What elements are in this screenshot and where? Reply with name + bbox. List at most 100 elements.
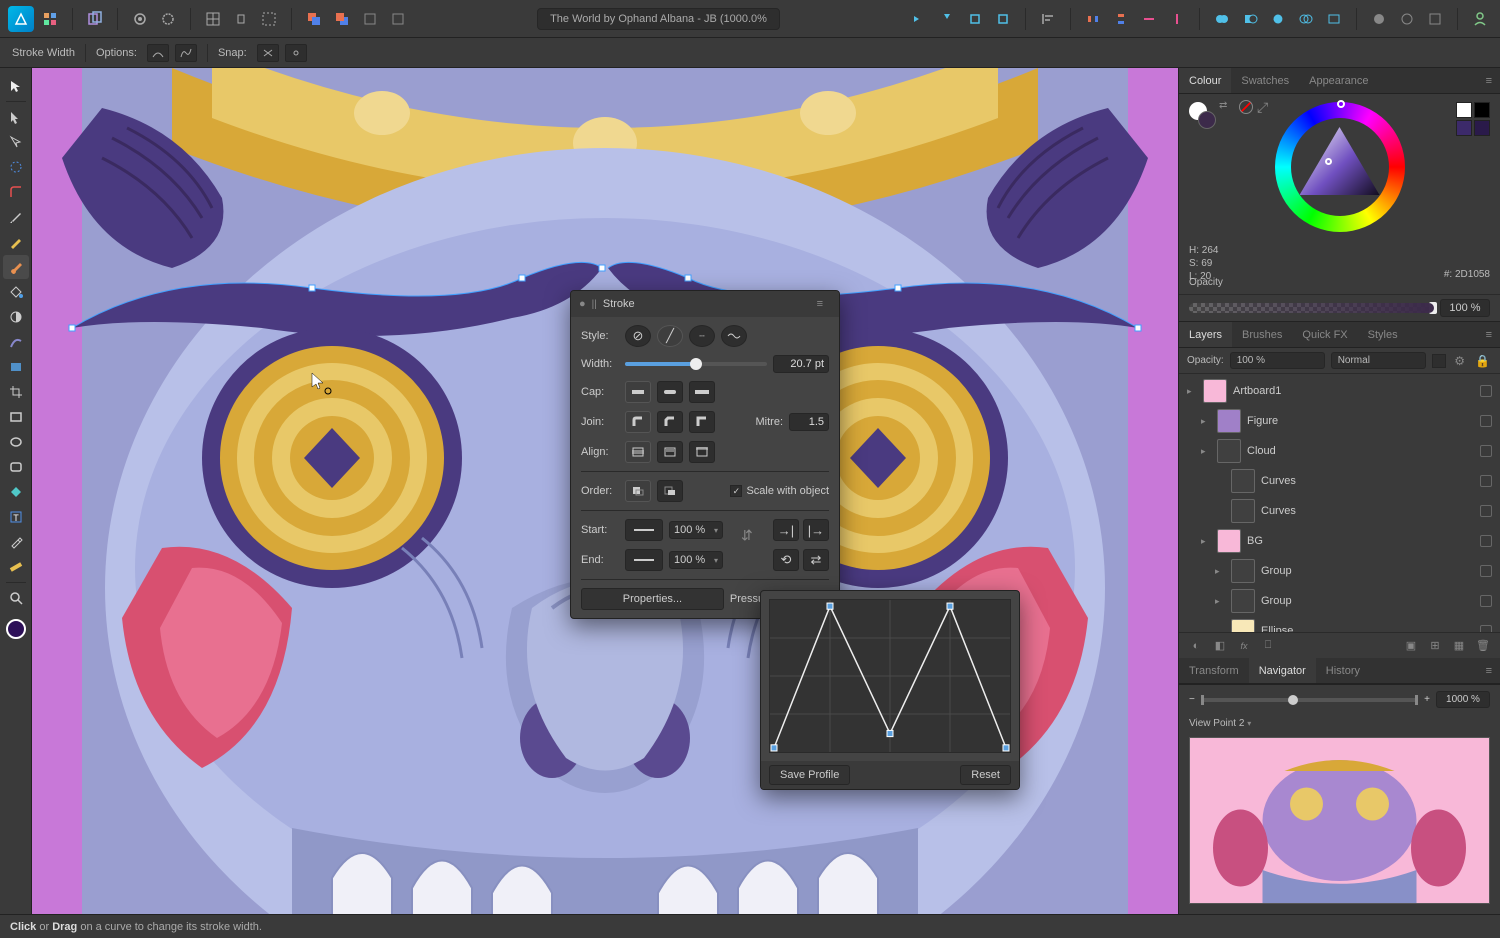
cap-square-button[interactable] (689, 381, 715, 403)
layer-row[interactable]: Curves (1179, 496, 1500, 526)
layer-row[interactable]: Ellipse (1179, 616, 1500, 632)
arrow-place-after-button[interactable]: |→ (803, 519, 829, 541)
chevron-icon[interactable]: ▸ (1201, 446, 1211, 457)
fx-icon[interactable]: fx (1235, 637, 1253, 655)
width-input[interactable]: 20.7 pt (773, 355, 829, 373)
passthrough-checkbox[interactable] (1432, 354, 1446, 368)
document-setup-icon[interactable] (156, 7, 180, 31)
rounded-rect-tool[interactable] (3, 455, 29, 479)
zoom-slider[interactable] (1201, 698, 1418, 702)
rectangle-tool[interactable] (3, 405, 29, 429)
add-layer-icon[interactable]: ⊞ (1426, 637, 1444, 655)
divide-icon[interactable] (1294, 7, 1318, 31)
join-round-button[interactable] (625, 411, 651, 433)
layer-row[interactable]: ▸Cloud (1179, 436, 1500, 466)
tab-layers[interactable]: Layers (1179, 322, 1232, 347)
add-icon[interactable] (1210, 7, 1234, 31)
place-image-tool[interactable] (3, 355, 29, 379)
visibility-toggle[interactable] (1480, 385, 1492, 397)
preferences-icon[interactable] (128, 7, 152, 31)
blend-mode-select[interactable]: Normal (1331, 352, 1427, 369)
hamburger-icon[interactable]: ≡ (809, 298, 831, 310)
lock-icon[interactable]: 🔒 (1473, 354, 1492, 368)
artistic-text-tool[interactable]: T (3, 505, 29, 529)
layer-row[interactable]: ▸BG (1179, 526, 1500, 556)
zoom-out-icon[interactable]: − (1189, 694, 1195, 705)
snap-a-icon[interactable] (257, 44, 279, 62)
zoom-tool[interactable] (3, 586, 29, 610)
chevron-icon[interactable]: ▸ (1215, 596, 1225, 607)
layer-row[interactable]: ▸Group (1179, 586, 1500, 616)
option-curve-b-icon[interactable] (175, 44, 197, 62)
persona-toggle-icon[interactable] (38, 7, 62, 31)
flip-h-icon[interactable] (907, 7, 931, 31)
tab-swatches[interactable]: Swatches (1231, 68, 1299, 93)
adjustment-icon[interactable]: ◧ (1211, 637, 1229, 655)
visibility-toggle[interactable] (1480, 595, 1492, 607)
pressure-graph[interactable] (769, 599, 1011, 753)
distribute-h-icon[interactable] (1081, 7, 1105, 31)
join-bevel-button[interactable] (657, 411, 683, 433)
join-mitre-button[interactable] (689, 411, 715, 433)
layer-row[interactable]: ▸Artboard1 (1179, 376, 1500, 406)
tab-transform[interactable]: Transform (1179, 658, 1249, 683)
intersect-icon[interactable] (1266, 7, 1290, 31)
mask-icon[interactable]: ◐ (1187, 637, 1205, 655)
swatch-defaults[interactable] (1456, 102, 1490, 136)
pencil-tool[interactable] (3, 230, 29, 254)
stroke-panel[interactable]: ● || Stroke ≡ Style: ⊘ ╱ ┄ Width: 20.7 p… (570, 290, 840, 619)
hamburger-icon[interactable]: ≡ (1478, 665, 1500, 677)
pressure-panel[interactable]: Save Profile Reset (760, 590, 1020, 790)
close-icon[interactable]: ● (579, 298, 586, 310)
reverse-button[interactable]: ⇄ (803, 549, 829, 571)
save-profile-button[interactable]: Save Profile (769, 765, 850, 785)
layer-opacity-input[interactable]: 100 % (1230, 352, 1325, 369)
chevron-icon[interactable]: ▸ (1201, 536, 1211, 547)
tab-brushes[interactable]: Brushes (1232, 322, 1292, 347)
snap-b-icon[interactable] (285, 44, 307, 62)
pen-tool[interactable] (3, 205, 29, 229)
flip-v-icon[interactable] (935, 7, 959, 31)
layer-row[interactable]: Curves (1179, 466, 1500, 496)
order-behind-button[interactable] (625, 480, 651, 502)
style-dash-button[interactable]: ┄ (689, 325, 715, 347)
align-inside-button[interactable] (657, 441, 683, 463)
visibility-toggle[interactable] (1480, 565, 1492, 577)
mitre-input[interactable]: 1.5 (789, 413, 829, 431)
arrow-place-end-button[interactable]: →| (773, 519, 799, 541)
rotate-cw-icon[interactable] (991, 7, 1015, 31)
style-solid-button[interactable]: ╱ (657, 325, 683, 347)
arrange-back-icon[interactable] (302, 7, 326, 31)
start-percent-input[interactable]: 100 %▾ (669, 521, 723, 539)
crop-icon[interactable]: ⎕ (1259, 637, 1277, 655)
tab-colour[interactable]: Colour (1179, 68, 1231, 93)
fill-tool[interactable] (3, 280, 29, 304)
snap-pixel-icon[interactable] (257, 7, 281, 31)
align-left-icon[interactable] (1036, 7, 1060, 31)
hamburger-icon[interactable]: ≡ (1478, 75, 1500, 87)
selection-tool[interactable] (3, 105, 29, 129)
layer-row[interactable]: ▸Group (1179, 556, 1500, 586)
hamburger-icon[interactable]: ≡ (1478, 329, 1500, 341)
smart-shape-tool[interactable] (3, 480, 29, 504)
no-fill-icon[interactable] (1239, 100, 1253, 114)
crop-tool[interactable] (3, 380, 29, 404)
align-outside-button[interactable] (689, 441, 715, 463)
insert-inside-icon[interactable] (1395, 7, 1419, 31)
tab-quickfx[interactable]: Quick FX (1292, 322, 1357, 347)
node-tool[interactable] (3, 130, 29, 154)
scale-checkbox[interactable]: ✓ (730, 485, 742, 497)
distribute-v-icon[interactable] (1109, 7, 1133, 31)
colour-wheel[interactable] (1275, 102, 1405, 232)
width-slider[interactable] (625, 362, 767, 366)
combine-icon[interactable] (1322, 7, 1346, 31)
tab-navigator[interactable]: Navigator (1249, 658, 1316, 683)
order-front-button[interactable] (657, 480, 683, 502)
chevron-icon[interactable]: ▸ (1215, 566, 1225, 577)
link-icon[interactable]: ⇵ (741, 527, 753, 544)
chevron-icon[interactable]: ▸ (1201, 416, 1211, 427)
zoom-input[interactable]: 1000 % (1436, 691, 1490, 708)
delete-layer-icon[interactable]: 🗑 (1474, 637, 1492, 655)
tab-history[interactable]: History (1316, 658, 1370, 683)
arrange-down-icon[interactable] (358, 7, 382, 31)
